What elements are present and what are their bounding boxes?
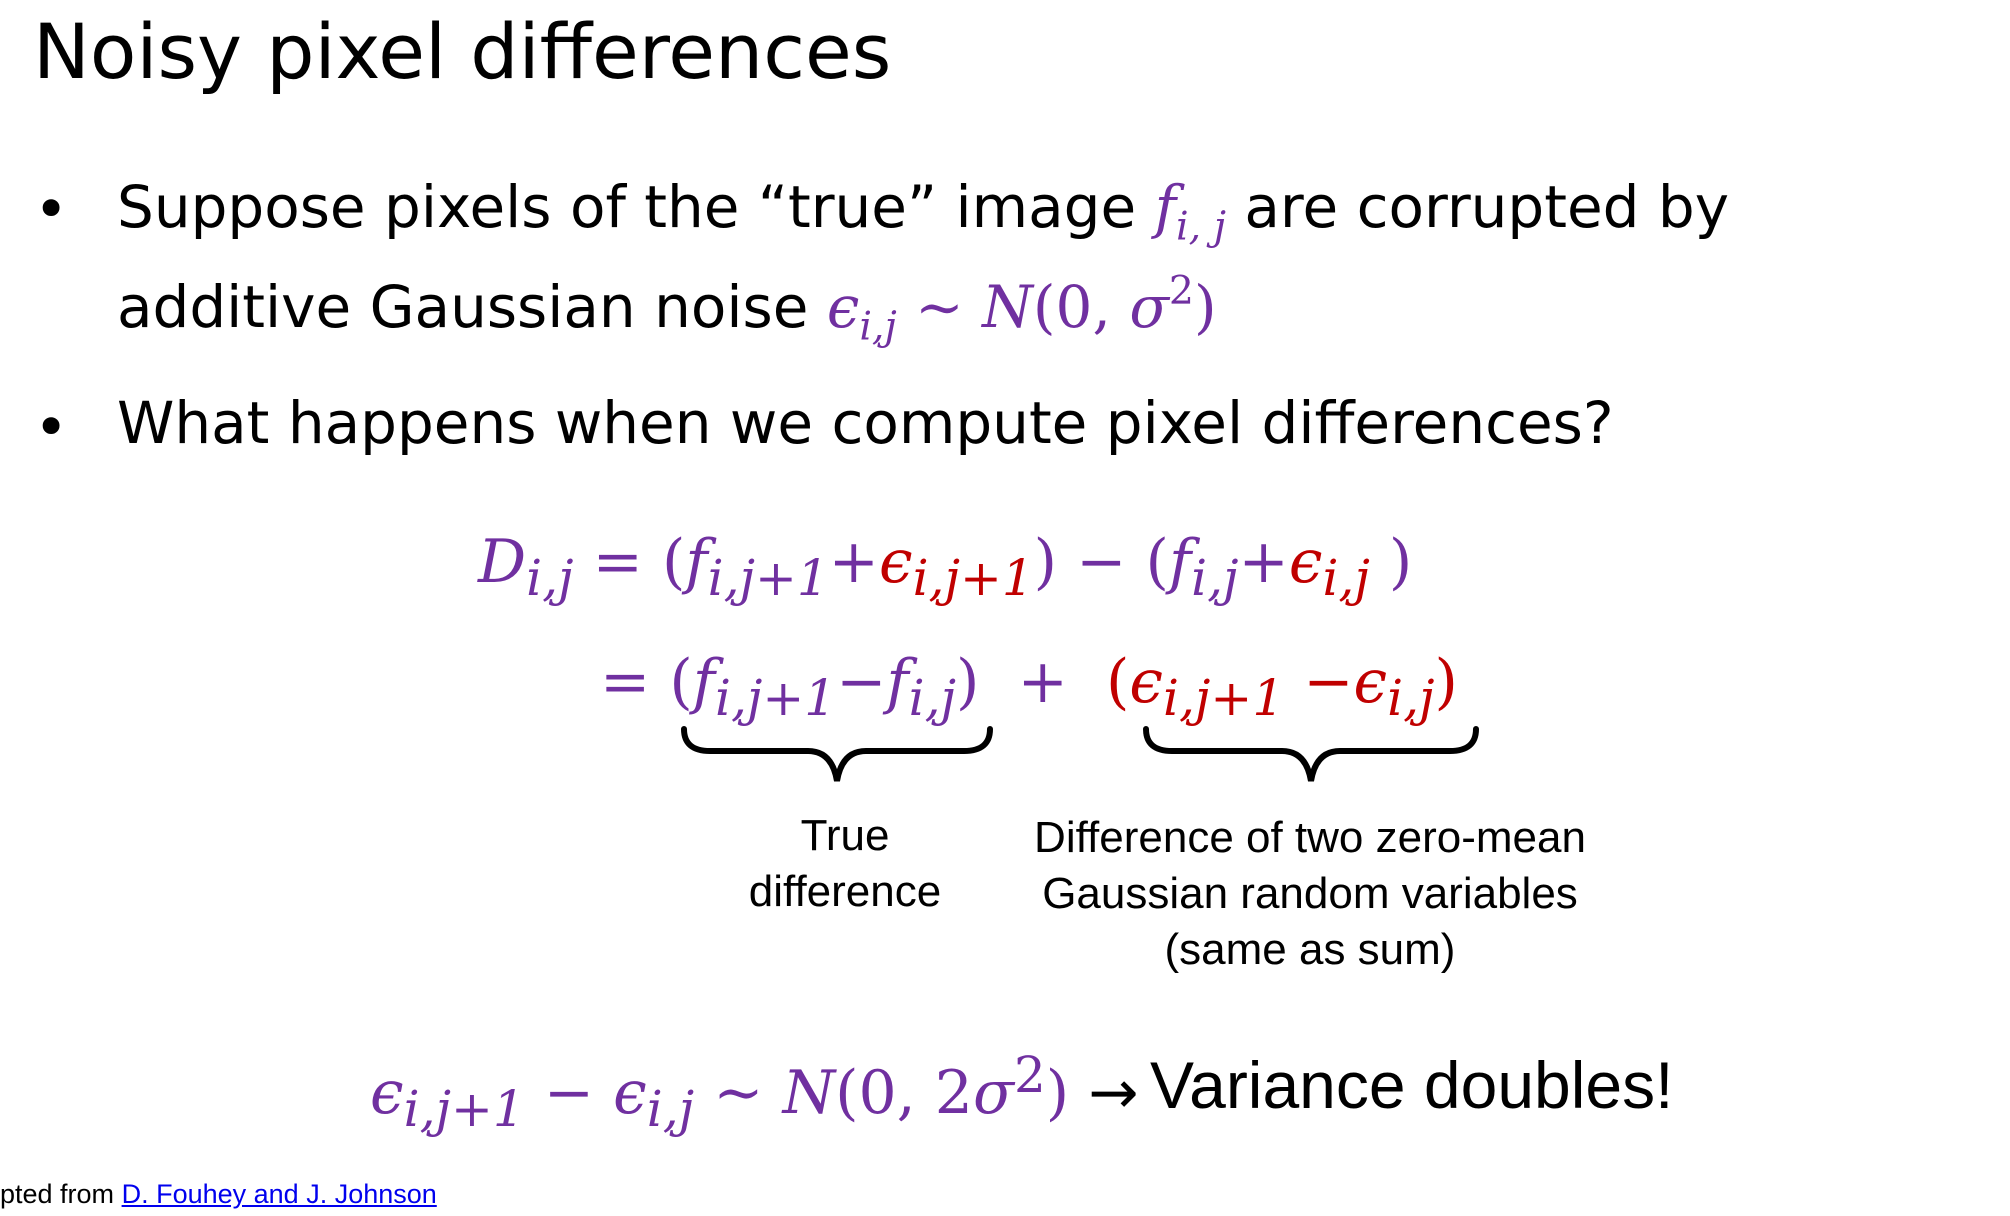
variance-equation: ϵi,j+1 − ϵi,j ∼ N(0, 2σ2) → bbox=[370, 1046, 1139, 1138]
true-difference-term: (fi,j+1−fi,j) bbox=[669, 647, 980, 727]
bullet-1-text: Suppose pixels of the “true” image bbox=[117, 173, 1137, 241]
equation-line-2: = (fi,j+1−fi,j) + (ϵi,j+1 −ϵi,j) bbox=[600, 647, 1458, 727]
equation-line-1: Di,j = (fi,j+1+ϵi,j+1) − (fi,j+ϵi,j ) bbox=[478, 527, 1413, 607]
slide-title: Noisy pixel differences bbox=[33, 7, 892, 96]
true-difference-label: True difference bbox=[748, 811, 942, 916]
credit-link[interactable]: D. Fouhey and J. Johnson bbox=[122, 1179, 437, 1209]
true-image-symbol: fi, j bbox=[1154, 173, 1226, 250]
noise-distribution: ϵi,j ∼ N(0, σ2) bbox=[826, 268, 1217, 350]
bullet-marker: • bbox=[34, 393, 69, 461]
variance-doubles-text: Variance doubles! bbox=[1150, 1048, 1674, 1122]
credit-line: pted from D. Fouhey and J. Johnson bbox=[0, 1179, 437, 1209]
bullet-1-line-2: additive Gaussian noise ϵi,j ∼ N(0, σ2) bbox=[117, 271, 1217, 346]
arrow-icon: → bbox=[1088, 1058, 1139, 1128]
noise-difference-term: (ϵi,j+1 −ϵi,j) bbox=[1106, 647, 1458, 727]
underbrace-true-difference bbox=[681, 726, 993, 782]
bullet-1-tail: are corrupted by bbox=[1244, 173, 1730, 241]
bullet-marker: • bbox=[34, 175, 69, 243]
bullet-2-text: What happens when we compute pixel diffe… bbox=[117, 389, 1614, 457]
bullet-1-line-1: Suppose pixels of the “true” image fi, j… bbox=[117, 178, 1729, 246]
bullet-1-line-2-text: additive Gaussian noise bbox=[117, 273, 809, 341]
noise-difference-label: Difference of two zero-mean Gaussian ran… bbox=[1034, 813, 1586, 974]
underbrace-noise-difference bbox=[1143, 726, 1479, 782]
